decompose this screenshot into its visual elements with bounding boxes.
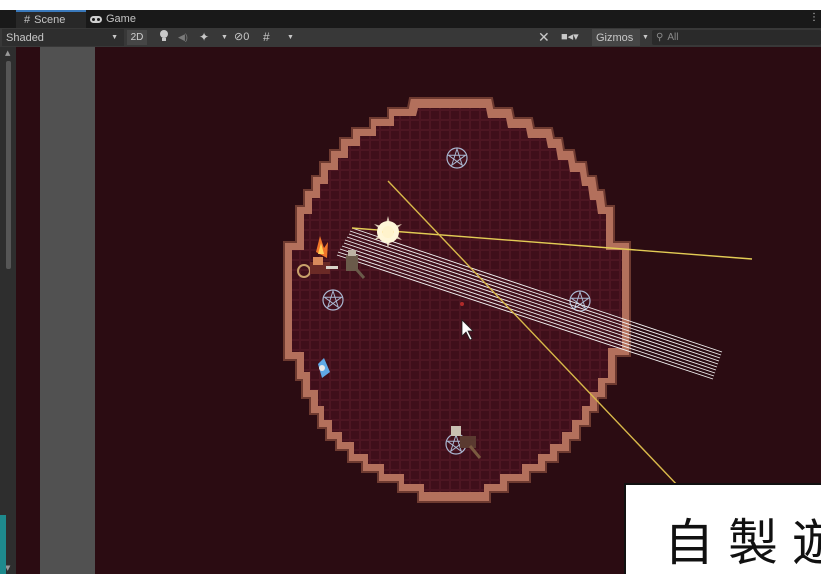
search-icon: ⚲ <box>656 32 664 43</box>
video-caption-box: 自製遊 <box>624 483 821 574</box>
search-input[interactable]: ⚲ All <box>652 30 821 45</box>
gizmos-label: Gizmos <box>596 31 634 44</box>
tab-game[interactable]: Game <box>88 10 150 28</box>
video-caption-text: 自製遊 <box>664 514 821 572</box>
gizmos-chevron-icon[interactable]: ▼ <box>642 29 649 46</box>
audio-speaker-icon[interactable]: ◀) <box>178 29 188 46</box>
camera-icon[interactable]: ■◂▾ <box>561 29 579 46</box>
panel-menu-icon[interactable]: ⋮ <box>809 12 819 23</box>
search-placeholder: All <box>667 32 679 43</box>
hidden-objects-count: 0 <box>243 31 250 43</box>
red-particle <box>460 302 464 306</box>
tools-icon[interactable]: ✕ <box>538 28 550 47</box>
scene-toolbar: Shaded ▼ 2D ◀) ✦ ▼ ⊘0 # ▼ ✕ ■◂▾ Gizmos ▼… <box>0 28 821 48</box>
tab-scene[interactable]: # Scene <box>16 10 86 28</box>
editor-tab-bar: # Scene Game ⋮ <box>0 10 821 28</box>
effects-icon[interactable]: ✦ <box>199 29 209 46</box>
chevron-down-icon: ▼ <box>111 34 118 41</box>
shading-mode-label: Shaded <box>6 31 44 44</box>
eye-slash-icon: ⊘ <box>234 31 244 43</box>
effects-dropdown-chevron-icon[interactable]: ▼ <box>221 29 228 46</box>
tab-game-label: Game <box>106 13 136 25</box>
toggle-2d-label: 2D <box>130 32 144 43</box>
grid-dropdown-chevron-icon[interactable]: ▼ <box>287 29 294 46</box>
grid-snap-icon[interactable]: # <box>263 29 270 46</box>
toggle-2d-button[interactable]: 2D <box>127 30 147 45</box>
grid-icon: # <box>24 14 31 26</box>
gamepad-icon <box>90 15 102 23</box>
gizmos-dropdown[interactable]: Gizmos <box>592 29 640 46</box>
tab-scene-label: Scene <box>34 14 66 26</box>
hidden-objects-toggle[interactable]: ⊘0 <box>234 29 249 46</box>
unity-editor-window: # Scene Game ⋮ Shaded ▼ 2D ◀) ✦ ▼ ⊘0 # ▼… <box>0 0 821 574</box>
shading-mode-dropdown[interactable]: Shaded ▼ <box>2 29 124 46</box>
lighting-bulb-icon[interactable] <box>159 29 169 48</box>
